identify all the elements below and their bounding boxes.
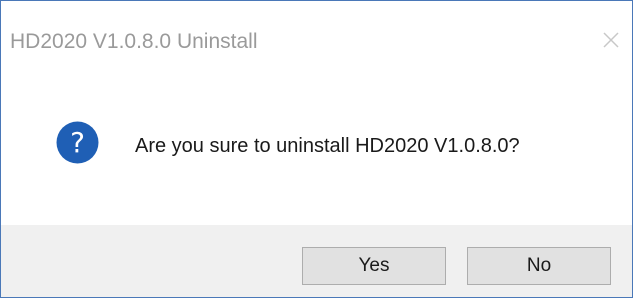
uninstall-dialog: HD2020 V1.0.8.0 Uninstall ? Are you sure… <box>0 0 633 298</box>
no-button[interactable]: No <box>467 247 611 285</box>
button-bar: Yes No <box>1 225 632 297</box>
yes-button[interactable]: Yes <box>302 247 446 285</box>
confirmation-message: Are you sure to uninstall HD2020 V1.0.8.… <box>135 135 520 157</box>
dialog-content: ? Are you sure to uninstall HD2020 V1.0.… <box>1 79 632 225</box>
close-button[interactable] <box>598 27 624 53</box>
title-bar: HD2020 V1.0.8.0 Uninstall <box>1 1 632 79</box>
window-title: HD2020 V1.0.8.0 Uninstall <box>10 30 258 53</box>
close-icon <box>603 32 619 48</box>
svg-text:?: ? <box>70 126 85 159</box>
question-icon: ? <box>56 121 99 164</box>
